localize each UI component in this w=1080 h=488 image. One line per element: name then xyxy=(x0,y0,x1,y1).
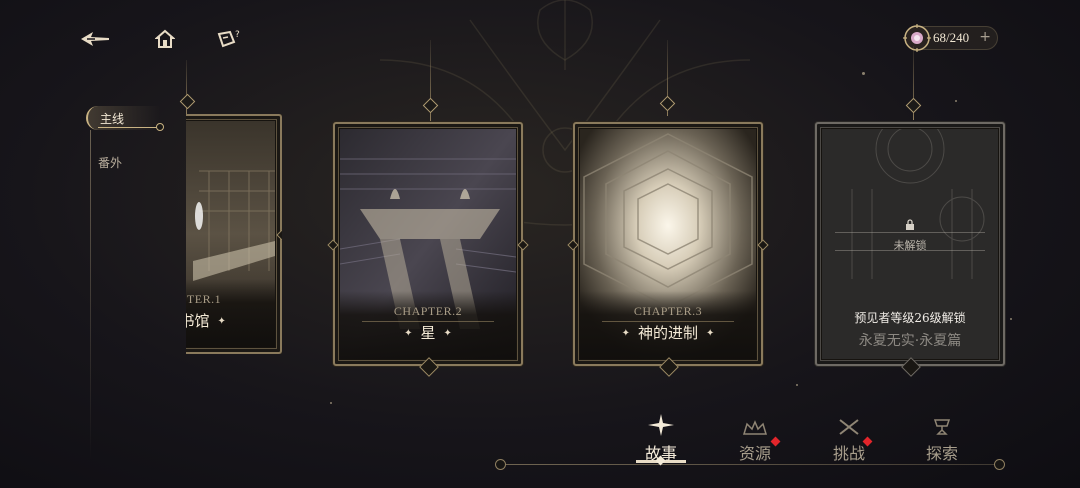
chapter-card-3[interactable]: CHAPTER.3 ✦ 神的进制 ✦ xyxy=(567,122,769,377)
sparkle-icon: ✦ xyxy=(148,316,157,327)
sparkle xyxy=(330,402,332,404)
tab-explore[interactable]: 探索 xyxy=(907,414,977,464)
tab-challenge[interactable]: 挑战 xyxy=(814,414,884,464)
lock-divider xyxy=(835,250,985,251)
sparkle-icon: ✦ xyxy=(404,328,413,339)
lock-icon xyxy=(906,219,914,230)
chain-ornament xyxy=(422,97,439,114)
chapter-title: 图书馆 xyxy=(164,312,210,330)
chapter-title: 神的进制 xyxy=(637,324,698,342)
sparkle xyxy=(862,72,865,75)
chapter-card-2[interactable]: CHAPTER.2 ✦ 星 ✦ xyxy=(327,122,529,377)
lock-divider xyxy=(835,232,985,233)
chapter-title-row: ✦ 图书馆 ✦ xyxy=(148,310,275,331)
chain-ornament xyxy=(179,93,196,110)
bottom-nav: 故事 资源 挑战 探索 xyxy=(0,410,1080,488)
card-label-panel: CHAPTER.2 ✦ 星 ✦ xyxy=(340,291,516,359)
stamina-value: 68/240 xyxy=(933,30,970,45)
home-button[interactable] xyxy=(148,22,182,56)
bottom-nav-line xyxy=(500,464,1000,465)
tab-label: 故事 xyxy=(644,444,677,463)
chain-ornament xyxy=(905,97,922,114)
chapter-title-row: ✦ 神的进制 ✦ xyxy=(580,322,756,343)
chapter-number: CHAPTER.3 xyxy=(633,304,703,318)
arrow-left-icon xyxy=(81,32,109,46)
sparkle xyxy=(955,100,957,102)
lantern-icon xyxy=(933,419,951,435)
tab-label: 资源 xyxy=(738,444,771,463)
side-nav-item-main[interactable]: 主线 xyxy=(86,106,164,131)
lock-indicator: 未解锁 xyxy=(815,216,1005,253)
chapter-title: 永夏无实·永夏篇 xyxy=(858,333,962,349)
tab-story[interactable]: 故事 xyxy=(626,414,696,464)
crossed-swords-icon xyxy=(839,419,859,435)
stamina-counter: 68/240 + xyxy=(903,24,998,52)
sparkle xyxy=(796,384,798,386)
chapter-card-4-locked[interactable]: 未解锁 预见者等级26级解锁 永夏无实·永夏篇 xyxy=(815,122,1005,377)
side-nav-label: 主线 xyxy=(100,111,125,126)
sparkle xyxy=(1010,318,1012,320)
help-button[interactable]: ? xyxy=(212,22,246,56)
line-endcap xyxy=(495,459,506,470)
sparkle-icon: ✦ xyxy=(217,316,226,327)
card-label-panel: CHAPTER.3 ✦ 神的进制 ✦ xyxy=(580,291,756,359)
active-dot xyxy=(156,123,164,131)
line-endcap xyxy=(994,459,1005,470)
chapter-number: CHAPTER.1 xyxy=(152,292,222,306)
add-stamina-button[interactable]: + xyxy=(979,29,991,45)
chapter-card-1[interactable]: CHAPTER.1 ✦ 图书馆 ✦ xyxy=(148,114,282,354)
chapter-title-row: ✦ 星 ✦ xyxy=(340,322,516,343)
chapter-title: 星 xyxy=(420,324,436,342)
sparkle-icon: ✦ xyxy=(443,328,452,339)
active-underline xyxy=(98,127,160,128)
home-icon xyxy=(155,29,175,48)
tab-resources[interactable]: 资源 xyxy=(720,414,790,464)
svg-text:?: ? xyxy=(235,30,240,40)
sparkle-icon: ✦ xyxy=(621,328,630,339)
star-compass-icon xyxy=(648,414,674,436)
stamina-orb-icon xyxy=(903,24,931,52)
side-nav-item-extra[interactable]: 番外 xyxy=(98,154,122,171)
chain-ornament xyxy=(659,95,676,112)
back-button[interactable] xyxy=(78,22,112,56)
tab-label: 探索 xyxy=(925,444,958,463)
sparkle-icon: ✦ xyxy=(706,328,715,339)
card-label-panel: CHAPTER.1 ✦ 图书馆 ✦ xyxy=(148,279,275,347)
unlock-requirement: 预见者等级26级解锁 xyxy=(854,311,966,325)
chapter-number: CHAPTER.2 xyxy=(393,304,463,318)
help-icon: ? xyxy=(217,30,240,48)
crown-icon xyxy=(742,420,768,435)
tab-label: 挑战 xyxy=(832,444,865,463)
